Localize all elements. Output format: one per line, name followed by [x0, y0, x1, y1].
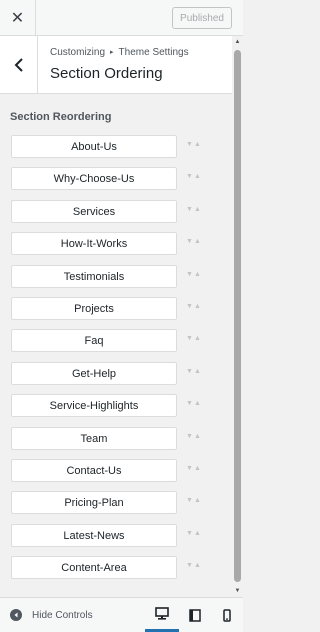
section-item[interactable]: Service-Highlights	[11, 394, 177, 417]
section-row: How-It-Works ▼ ▲	[0, 232, 232, 256]
move-up-icon[interactable]: ▲	[194, 269, 201, 281]
reorder-arrows[interactable]: ▼ ▲	[186, 204, 204, 216]
reorder-arrows[interactable]: ▼ ▲	[186, 398, 204, 410]
move-up-icon[interactable]: ▲	[194, 139, 201, 151]
scroll-up-arrow-icon[interactable]: ▲	[234, 38, 241, 45]
close-icon[interactable]: ✕	[0, 0, 36, 35]
section-item[interactable]: Testimonials	[11, 265, 177, 288]
reorder-arrows[interactable]: ▼ ▲	[186, 171, 204, 183]
move-up-icon[interactable]: ▲	[194, 236, 201, 248]
move-down-icon[interactable]: ▼	[186, 398, 193, 410]
published-button[interactable]: Published	[172, 7, 232, 29]
move-up-icon[interactable]: ▲	[194, 398, 201, 410]
section-header: Customizing ▸ Theme Settings Section Order…	[0, 36, 232, 94]
move-up-icon[interactable]: ▲	[194, 463, 201, 475]
section-item[interactable]: How-It-Works	[11, 232, 177, 255]
move-down-icon[interactable]: ▼	[186, 333, 193, 345]
section-item[interactable]: Team	[11, 427, 177, 450]
scrollbar[interactable]: ▲ ▼	[232, 36, 243, 596]
reorder-arrows[interactable]: ▼ ▲	[186, 463, 204, 475]
reorder-arrows[interactable]: ▼ ▲	[186, 236, 204, 248]
preview-desktop-button[interactable]	[145, 598, 179, 632]
section-item[interactable]: Get-Help	[11, 362, 177, 385]
move-down-icon[interactable]: ▼	[186, 171, 193, 183]
breadcrumb-child: Theme Settings	[118, 47, 189, 58]
top-bar: ✕ Published	[0, 0, 243, 36]
section-row: Faq ▼ ▲	[0, 329, 232, 353]
section-item[interactable]: Content-Area	[11, 556, 177, 579]
section-item[interactable]: Latest-News	[11, 524, 177, 547]
scroll-down-arrow-icon[interactable]: ▼	[234, 587, 241, 594]
move-up-icon[interactable]: ▲	[194, 431, 201, 443]
section-item[interactable]: Services	[11, 200, 177, 223]
reorder-arrows[interactable]: ▼ ▲	[186, 366, 204, 378]
move-down-icon[interactable]: ▼	[186, 139, 193, 151]
reorder-arrows[interactable]: ▼ ▲	[186, 528, 204, 540]
move-up-icon[interactable]: ▲	[194, 333, 201, 345]
breadcrumb: Customizing ▸ Theme Settings	[50, 47, 189, 58]
section-row: Pricing-Plan ▼ ▲	[0, 491, 232, 515]
scroll-thumb[interactable]	[234, 50, 241, 582]
chevron-left-icon	[14, 57, 23, 72]
section-item[interactable]: Projects	[11, 297, 177, 320]
section-row: Service-Highlights ▼ ▲	[0, 394, 232, 418]
section-item[interactable]: Faq	[11, 329, 177, 352]
desktop-icon	[155, 607, 169, 620]
hide-controls-button[interactable]: Hide Controls	[10, 598, 93, 632]
preview-tablet-button[interactable]	[182, 598, 208, 632]
move-down-icon[interactable]: ▼	[186, 528, 193, 540]
section-item[interactable]: Why-Choose-Us	[11, 167, 177, 190]
hide-controls-label: Hide Controls	[32, 609, 93, 621]
section-row: Why-Choose-Us ▼ ▲	[0, 167, 232, 191]
section-row: Projects ▼ ▲	[0, 297, 232, 321]
move-down-icon[interactable]: ▼	[186, 236, 193, 248]
section-row: Contact-Us ▼ ▲	[0, 459, 232, 483]
tablet-icon	[189, 608, 201, 622]
move-up-icon[interactable]: ▲	[194, 301, 201, 313]
move-down-icon[interactable]: ▼	[186, 269, 193, 281]
section-row: About-Us ▼ ▲	[0, 135, 232, 159]
move-down-icon[interactable]: ▼	[186, 301, 193, 313]
collapse-icon	[10, 609, 22, 621]
move-down-icon[interactable]: ▼	[186, 366, 193, 378]
reorder-arrows[interactable]: ▼ ▲	[186, 139, 204, 151]
move-down-icon[interactable]: ▼	[186, 204, 193, 216]
reorder-arrows[interactable]: ▼ ▲	[186, 560, 204, 572]
move-up-icon[interactable]: ▲	[194, 171, 201, 183]
move-down-icon[interactable]: ▼	[186, 431, 193, 443]
section-row: Services ▼ ▲	[0, 200, 232, 224]
move-up-icon[interactable]: ▲	[194, 495, 201, 507]
section-item[interactable]: Pricing-Plan	[11, 491, 177, 514]
section-item[interactable]: About-Us	[11, 135, 177, 158]
breadcrumb-separator-icon: ▸	[110, 49, 114, 56]
reorder-arrows[interactable]: ▼ ▲	[186, 301, 204, 313]
preview-mobile-button[interactable]	[214, 598, 240, 632]
move-up-icon[interactable]: ▲	[194, 528, 201, 540]
breadcrumb-root: Customizing	[50, 47, 106, 58]
footer-bar: Hide Controls	[0, 597, 243, 632]
move-up-icon[interactable]: ▲	[194, 204, 201, 216]
page-title: Section Ordering	[50, 65, 163, 82]
move-down-icon[interactable]: ▼	[186, 495, 193, 507]
section-row: Latest-News ▼ ▲	[0, 524, 232, 548]
section-row: Get-Help ▼ ▲	[0, 362, 232, 386]
reorder-arrows[interactable]: ▼ ▲	[186, 269, 204, 281]
reorder-arrows[interactable]: ▼ ▲	[186, 333, 204, 345]
section-row: Team ▼ ▲	[0, 427, 232, 451]
move-down-icon[interactable]: ▼	[186, 463, 193, 475]
back-button[interactable]	[0, 36, 38, 93]
move-up-icon[interactable]: ▲	[194, 560, 201, 572]
section-reordering-label: Section Reordering	[10, 111, 112, 123]
move-up-icon[interactable]: ▲	[194, 366, 201, 378]
reorder-arrows[interactable]: ▼ ▲	[186, 495, 204, 507]
section-item[interactable]: Contact-Us	[11, 459, 177, 482]
reorder-arrows[interactable]: ▼ ▲	[186, 431, 204, 443]
move-down-icon[interactable]: ▼	[186, 560, 193, 572]
section-row: Testimonials ▼ ▲	[0, 265, 232, 289]
mobile-icon	[223, 608, 231, 622]
section-row: Content-Area ▼ ▲	[0, 556, 232, 580]
